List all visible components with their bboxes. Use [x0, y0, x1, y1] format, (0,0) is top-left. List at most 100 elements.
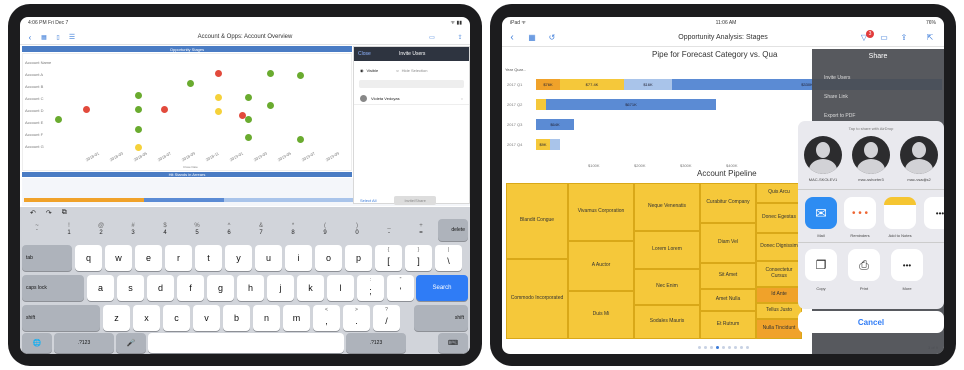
- number-key[interactable]: $4: [150, 219, 180, 241]
- scatter-point[interactable]: [135, 126, 142, 133]
- letter-key[interactable]: k: [297, 275, 324, 301]
- list-icon[interactable]: ☰: [66, 31, 78, 43]
- letter-key[interactable]: n: [253, 305, 280, 331]
- letter-key[interactable]: o: [315, 245, 342, 271]
- more-apps-icon[interactable]: •••: [924, 197, 944, 229]
- number-key[interactable]: % 5: [182, 219, 212, 241]
- scatter-point[interactable]: [55, 116, 62, 123]
- treemap-cell[interactable]: Curabitur Company: [700, 183, 756, 223]
- redo-icon[interactable]: ↷: [46, 209, 52, 217]
- reminders-icon[interactable]: • • •: [844, 197, 876, 229]
- export-pdf-item[interactable]: Export to PDF: [824, 113, 855, 119]
- visible-option[interactable]: Visible: [367, 68, 379, 73]
- letter-key[interactable]: l: [327, 275, 354, 301]
- number-key[interactable]: #3: [118, 219, 148, 241]
- collapse-icon[interactable]: ⇱: [924, 31, 936, 43]
- share-link-item[interactable]: Share Link: [824, 94, 848, 100]
- letter-key[interactable]: w: [105, 245, 132, 271]
- delete-key[interactable]: delete: [438, 219, 468, 241]
- number-key[interactable]: ) 0: [342, 219, 372, 241]
- globe-key[interactable]: 🌐: [22, 333, 52, 353]
- scatter-point[interactable]: [83, 106, 90, 113]
- letter-key[interactable]: r: [165, 245, 192, 271]
- scatter-point[interactable]: [161, 106, 168, 113]
- letter-key[interactable]: i: [285, 245, 312, 271]
- treemap-cell[interactable]: Commodo Incorporated: [506, 259, 568, 339]
- airdrop-person-3[interactable]: [900, 136, 938, 174]
- letter-key[interactable]: q: [75, 245, 102, 271]
- symbol-key[interactable]: ' ": [387, 275, 414, 301]
- treemap-cell[interactable]: Vivamus Corporation: [568, 183, 634, 241]
- bar-segment[interactable]: $671K: [546, 99, 716, 110]
- bar-segment[interactable]: $16K: [624, 79, 672, 90]
- history-icon[interactable]: ↺: [546, 31, 558, 43]
- treemap-cell[interactable]: Neque Venenatis: [634, 183, 700, 231]
- letter-key[interactable]: v: [193, 305, 220, 331]
- bar-segment[interactable]: [550, 139, 560, 150]
- treemap-cell[interactable]: Duis Mi: [568, 291, 634, 339]
- grid-icon[interactable]: ▦: [38, 31, 50, 43]
- undo-icon[interactable]: ↶: [30, 209, 36, 217]
- letter-key[interactable]: z: [103, 305, 130, 331]
- notes-icon[interactable]: [884, 197, 916, 229]
- mail-icon[interactable]: ✉: [805, 197, 837, 229]
- treemap-cell[interactable]: Sodales Mauris: [634, 305, 700, 339]
- letter-key[interactable]: s: [117, 275, 144, 301]
- visible-radio[interactable]: ◉: [360, 68, 364, 73]
- letter-key[interactable]: c: [163, 305, 190, 331]
- bookmark-icon[interactable]: ▯: [52, 31, 64, 43]
- letter-key[interactable]: f: [177, 275, 204, 301]
- number-key[interactable]: ^ 6: [214, 219, 244, 241]
- shift-key-left[interactable]: shift: [22, 305, 100, 331]
- number-key[interactable]: + =: [406, 219, 436, 241]
- treemap-cell[interactable]: Sit Amet: [700, 263, 756, 289]
- comment-icon[interactable]: ▭: [878, 31, 890, 43]
- treemap-cell[interactable]: Amet Nulla: [700, 289, 756, 311]
- treemap-cell[interactable]: Blandit Congue: [506, 183, 568, 259]
- letter-key[interactable]: g: [207, 275, 234, 301]
- treemap-cell[interactable]: Nec Enim: [634, 269, 700, 305]
- back-icon[interactable]: ‹: [24, 31, 36, 43]
- scatter-point[interactable]: [245, 116, 252, 123]
- page-indicator[interactable]: [698, 346, 749, 349]
- bar-segment[interactable]: [536, 99, 546, 110]
- remove-user-icon[interactable]: ○: [461, 96, 463, 101]
- scatter-point[interactable]: [135, 106, 142, 113]
- letter-key[interactable]: x: [133, 305, 160, 331]
- back-icon[interactable]: ‹: [506, 31, 518, 43]
- scatter-point[interactable]: [135, 144, 142, 151]
- scatter-point[interactable]: [267, 70, 274, 77]
- symbol-key[interactable]: /?: [373, 305, 400, 331]
- treemap-cell[interactable]: A Auctor: [568, 241, 634, 291]
- caps-lock-key[interactable]: caps lock: [22, 275, 84, 301]
- symbol-key[interactable]: ]}: [405, 245, 432, 271]
- treemap-cell[interactable]: Consectetur Cursus: [756, 261, 802, 287]
- scatter-point[interactable]: [297, 136, 304, 143]
- invite-share-button[interactable]: Invite/Share: [394, 195, 436, 205]
- letter-key[interactable]: t: [195, 245, 222, 271]
- invite-users-item[interactable]: Invite Users: [824, 75, 850, 81]
- scatter-point[interactable]: [215, 94, 222, 101]
- hide-radio[interactable]: ○: [396, 68, 398, 73]
- symbol-key[interactable]: [{: [375, 245, 402, 271]
- more-actions-icon[interactable]: •••: [891, 249, 923, 281]
- airdrop-person-1[interactable]: [804, 136, 842, 174]
- tab-key[interactable]: tab: [22, 245, 72, 271]
- cancel-button[interactable]: Cancel: [798, 311, 944, 333]
- scatter-point[interactable]: [267, 102, 274, 109]
- letter-key[interactable]: j: [267, 275, 294, 301]
- paste-icon[interactable]: ⧉: [62, 209, 67, 217]
- bar-segment[interactable]: $9K: [536, 139, 550, 150]
- scatter-point[interactable]: [187, 80, 194, 87]
- scatter-point[interactable]: [135, 92, 142, 99]
- select-all-button[interactable]: Select All: [360, 198, 376, 203]
- treemap-cell[interactable]: Lorem Lorem: [634, 231, 700, 269]
- share-icon[interactable]: ⇪: [898, 31, 910, 43]
- letter-key[interactable]: h: [237, 275, 264, 301]
- numbers-key-right[interactable]: .?123: [346, 333, 406, 353]
- treemap-cell[interactable]: Donec Egestas: [756, 203, 802, 233]
- letter-key[interactable]: p: [345, 245, 372, 271]
- letter-key[interactable]: u: [255, 245, 282, 271]
- scatter-point[interactable]: [297, 72, 304, 79]
- shift-key-right[interactable]: shift: [414, 305, 468, 331]
